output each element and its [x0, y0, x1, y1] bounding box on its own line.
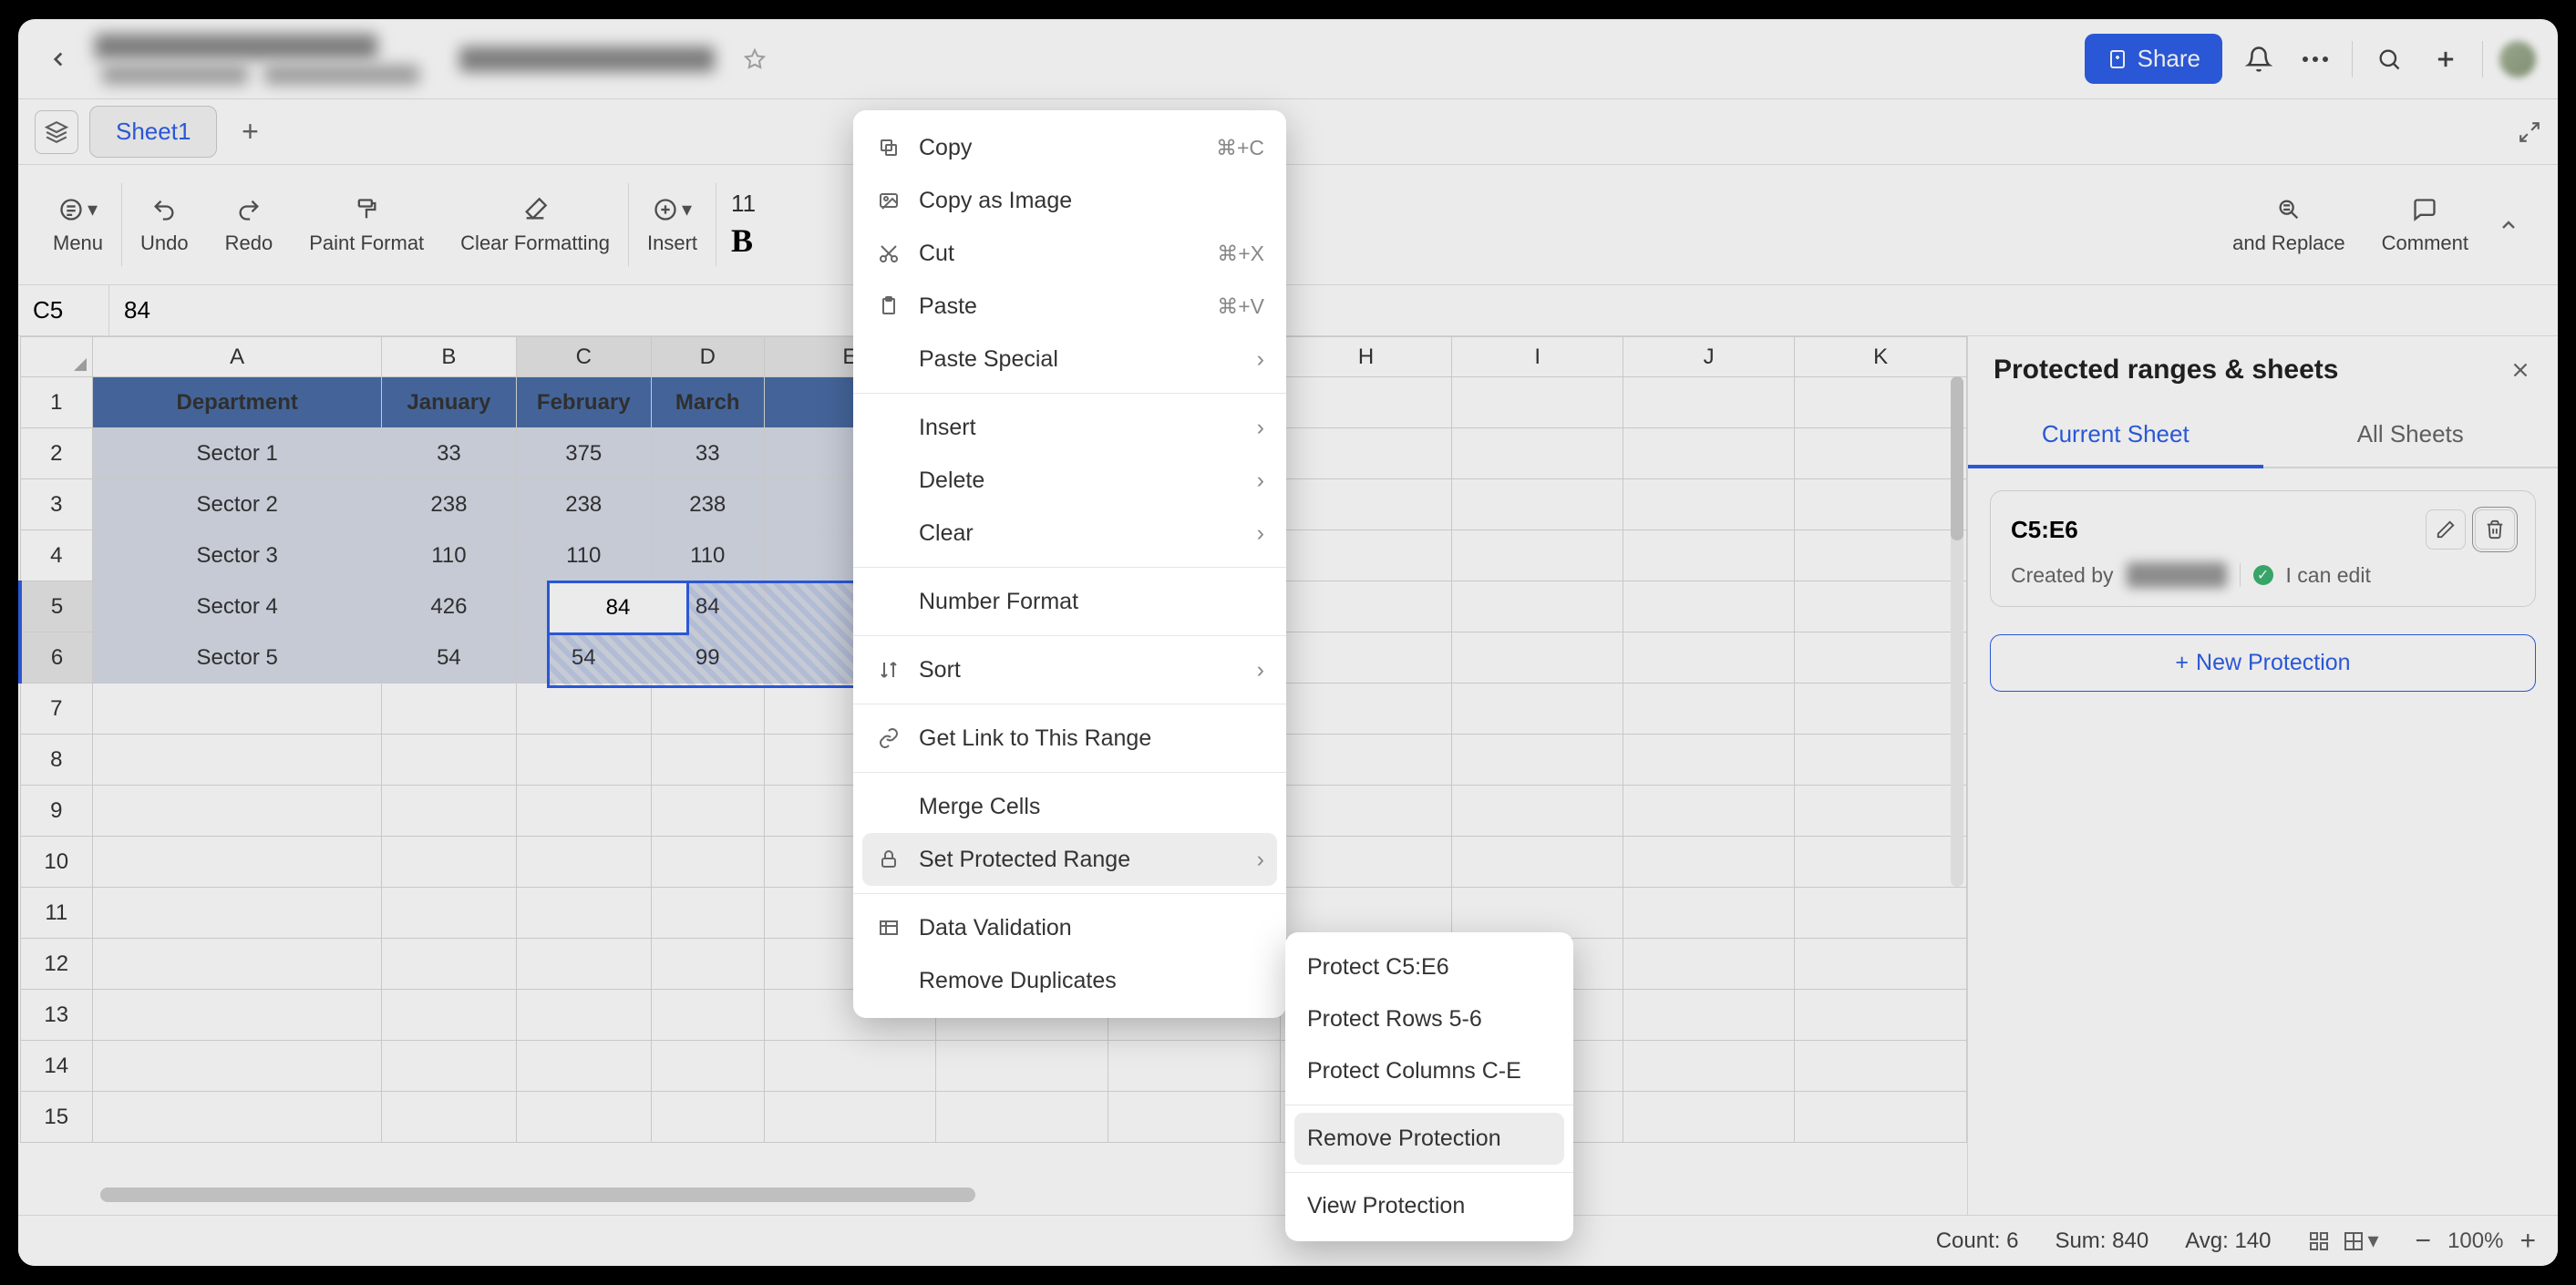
ctx-remove-duplicates[interactable]: Remove Duplicates: [853, 954, 1286, 1007]
doc-sub-blurred-2: [264, 65, 419, 85]
ctx-delete[interactable]: Delete›: [853, 454, 1286, 507]
row-header[interactable]: 1: [20, 377, 93, 428]
col-header-k[interactable]: K: [1795, 337, 1967, 377]
grid-view-icon[interactable]: [2308, 1230, 2330, 1252]
find-replace-button[interactable]: and Replace: [2214, 165, 2364, 284]
tab-current-sheet[interactable]: Current Sheet: [1968, 404, 2263, 468]
ctx-sort[interactable]: Sort›: [853, 643, 1286, 696]
cell[interactable]: January: [382, 377, 516, 428]
col-header-b[interactable]: B: [382, 337, 516, 377]
sub-protect-cols[interactable]: Protect Columns C-E: [1285, 1045, 1573, 1097]
tab-all-sheets[interactable]: All Sheets: [2263, 404, 2559, 467]
notifications-icon[interactable]: [2239, 39, 2279, 79]
zoom-level: 100%: [2447, 1228, 2503, 1254]
layout-dropdown-icon[interactable]: ▾: [2343, 1228, 2379, 1254]
expand-icon[interactable]: [2518, 120, 2541, 144]
toolbar: ▾ Menu Undo Redo Paint Format Clear Form…: [18, 165, 2558, 285]
paint-format-button[interactable]: Paint Format: [291, 165, 442, 284]
insert-button[interactable]: ▾ Insert: [629, 165, 716, 284]
status-sum: Sum: 840: [2055, 1228, 2148, 1254]
comment-button[interactable]: Comment: [2364, 165, 2487, 284]
ctx-copy[interactable]: Copy⌘+C: [853, 121, 1286, 174]
favorite-icon[interactable]: [744, 48, 766, 70]
add-icon[interactable]: [2426, 39, 2466, 79]
formula-input[interactable]: 84: [109, 296, 2558, 324]
formula-bar: C5 84: [18, 285, 2558, 336]
sub-view-protection[interactable]: View Protection: [1285, 1180, 1573, 1232]
protected-range-submenu: Protect C5:E6 Protect Rows 5-6 Protect C…: [1285, 932, 1573, 1241]
edit-range-icon[interactable]: [2426, 509, 2466, 550]
ctx-set-protected-range[interactable]: Set Protected Range›: [862, 833, 1277, 886]
delete-range-icon[interactable]: [2475, 509, 2515, 550]
col-header-i[interactable]: I: [1452, 337, 1623, 377]
doc-sub-blurred: [102, 65, 248, 85]
cell[interactable]: Department: [93, 377, 382, 428]
check-icon: ✓: [2253, 565, 2273, 585]
panel-title: Protected ranges & sheets: [1994, 355, 2338, 386]
ctx-merge[interactable]: Merge Cells: [853, 780, 1286, 833]
ctx-paste-special[interactable]: Paste Special›: [853, 333, 1286, 386]
top-bar: Share: [18, 19, 2558, 99]
undo-button[interactable]: Undo: [122, 165, 207, 284]
cell[interactable]: March: [651, 377, 764, 428]
cell-reference[interactable]: C5: [18, 285, 109, 335]
vertical-scrollbar[interactable]: [1951, 376, 1963, 887]
sheet-tabs-bar: Sheet1 +: [18, 99, 2558, 165]
protected-range-card: C5:E6 Created by ✓ I can e: [1990, 490, 2536, 607]
ctx-get-link[interactable]: Get Link to This Range: [853, 712, 1286, 765]
font-preview[interactable]: 11 B: [716, 165, 770, 284]
sub-protect-range[interactable]: Protect C5:E6: [1285, 941, 1573, 993]
sheet-tab-1[interactable]: Sheet1: [89, 106, 217, 158]
ctx-data-validation[interactable]: Data Validation: [853, 901, 1286, 954]
zoom-in-button[interactable]: +: [2519, 1226, 2536, 1257]
permission-label: I can edit: [2286, 563, 2371, 588]
col-header-c[interactable]: C: [516, 337, 651, 377]
col-header-h[interactable]: H: [1280, 337, 1452, 377]
status-count: Count: 6: [1936, 1228, 2019, 1254]
menu-button[interactable]: ▾ Menu: [35, 165, 121, 284]
col-header-a[interactable]: A: [93, 337, 382, 377]
sheets-list-icon[interactable]: [35, 110, 78, 154]
close-panel-icon[interactable]: [2509, 358, 2532, 382]
ctx-cut[interactable]: Cut⌘+X: [853, 227, 1286, 280]
add-sheet-button[interactable]: +: [228, 110, 272, 154]
col-header-d[interactable]: D: [651, 337, 764, 377]
status-avg: Avg: 140: [2185, 1228, 2271, 1254]
ctx-insert[interactable]: Insert›: [853, 401, 1286, 454]
ctx-clear[interactable]: Clear›: [853, 507, 1286, 560]
share-label: Share: [2138, 45, 2200, 73]
back-button[interactable]: [40, 41, 77, 77]
share-button[interactable]: Share: [2085, 34, 2222, 84]
protected-ranges-panel: Protected ranges & sheets Current Sheet …: [1967, 336, 2558, 1215]
search-icon[interactable]: [2369, 39, 2409, 79]
creator-name-blurred: [2127, 562, 2227, 588]
doc-title-blurred: [95, 34, 377, 59]
redo-button[interactable]: Redo: [207, 165, 292, 284]
breadcrumb-blurred: [459, 46, 715, 72]
ctx-number-format[interactable]: Number Format: [853, 575, 1286, 628]
ctx-paste[interactable]: Paste⌘+V: [853, 280, 1286, 333]
horizontal-scrollbar[interactable]: [100, 1187, 975, 1202]
ctx-copy-image[interactable]: Copy as Image: [853, 174, 1286, 227]
created-by-label: Created by: [2011, 563, 2114, 588]
sub-remove-protection[interactable]: Remove Protection: [1294, 1113, 1564, 1165]
collapse-toolbar-icon[interactable]: [2487, 203, 2530, 247]
new-protection-button[interactable]: +New Protection: [1990, 634, 2536, 692]
user-avatar[interactable]: [2499, 41, 2536, 77]
select-all-corner[interactable]: [20, 337, 93, 377]
range-label: C5:E6: [2011, 516, 2078, 544]
more-icon[interactable]: [2295, 39, 2335, 79]
clear-formatting-button[interactable]: Clear Formatting: [442, 165, 628, 284]
col-header-j[interactable]: J: [1623, 337, 1795, 377]
context-menu: Copy⌘+C Copy as Image Cut⌘+X Paste⌘+V Pa…: [853, 110, 1286, 1018]
sub-protect-rows[interactable]: Protect Rows 5-6: [1285, 993, 1573, 1045]
cell[interactable]: February: [516, 377, 651, 428]
zoom-out-button[interactable]: −: [2416, 1226, 2432, 1257]
